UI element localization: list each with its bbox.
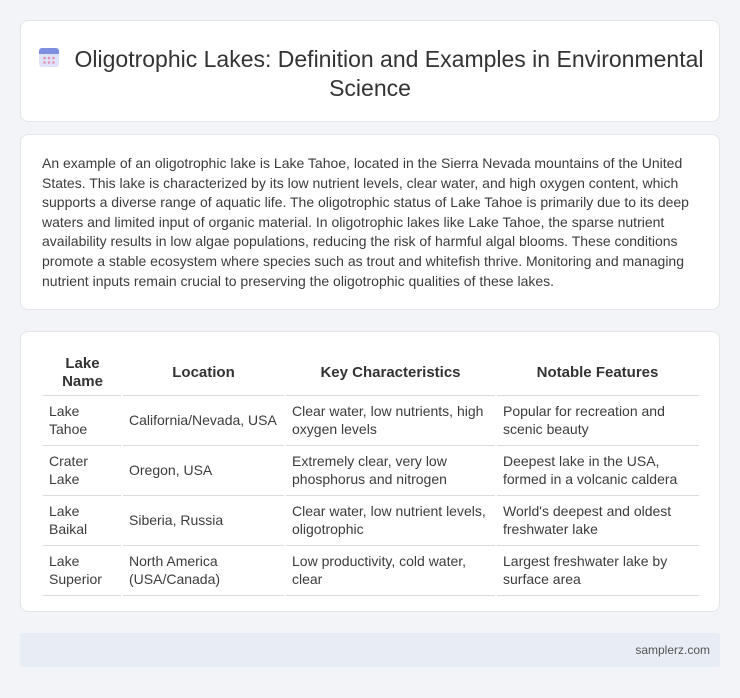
table-row: Lake Superior North America (USA/Canada)… — [43, 545, 699, 596]
cell-location: Oregon, USA — [121, 445, 285, 496]
cell-notable-features: Popular for recreation and scenic beauty — [495, 395, 699, 446]
table-row: Lake Tahoe California/Nevada, USA Clear … — [43, 395, 699, 446]
cell-key-characteristics: Low productivity, cold water, clear — [284, 545, 496, 596]
cell-key-characteristics: Clear water, low nutrients, high oxygen … — [284, 395, 496, 446]
intro-card: An example of an oligotrophic lake is La… — [20, 134, 720, 310]
footer-site-link[interactable]: samplerz.com — [635, 643, 710, 657]
title-card: Oligotrophic Lakes: Definition and Examp… — [20, 20, 720, 122]
intro-paragraph: An example of an oligotrophic lake is La… — [42, 155, 689, 289]
cell-lake-name: Lake Superior — [43, 545, 122, 596]
cell-notable-features: Largest freshwater lake by surface area — [495, 545, 699, 596]
column-header-notable-features: Notable Features — [496, 353, 699, 396]
table-row: Lake Baikal Siberia, Russia Clear water,… — [43, 495, 699, 546]
table-row: Crater Lake Oregon, USA Extremely clear,… — [43, 445, 699, 496]
calendar-icon — [38, 48, 59, 67]
cell-key-characteristics: Extremely clear, very low phosphorus and… — [284, 445, 496, 496]
column-header-location: Location — [122, 353, 285, 396]
column-header-key-characteristics: Key Characteristics — [285, 353, 496, 396]
cell-notable-features: World's deepest and oldest freshwater la… — [495, 495, 699, 546]
cell-lake-name: Lake Baikal — [43, 495, 122, 546]
cell-location: North America (USA/Canada) — [121, 545, 285, 596]
footer-bar: samplerz.com — [20, 633, 720, 667]
table-card: Lake Name Location Key Characteristics N… — [20, 331, 720, 612]
cell-key-characteristics: Clear water, low nutrient levels, oligot… — [284, 495, 496, 546]
cell-lake-name: Crater Lake — [43, 445, 122, 496]
page-title-wrap: Oligotrophic Lakes: Definition and Examp… — [21, 45, 719, 103]
cell-location: Siberia, Russia — [121, 495, 285, 546]
cell-location: California/Nevada, USA — [121, 395, 285, 446]
table-header-row: Lake Name Location Key Characteristics N… — [43, 353, 699, 396]
cell-lake-name: Lake Tahoe — [43, 395, 122, 446]
lakes-table: Lake Name Location Key Characteristics N… — [43, 353, 699, 596]
cell-notable-features: Deepest lake in the USA, formed in a vol… — [495, 445, 699, 496]
column-header-lake-name: Lake Name — [43, 353, 122, 396]
page-title: Oligotrophic Lakes: Definition and Examp… — [74, 46, 704, 101]
